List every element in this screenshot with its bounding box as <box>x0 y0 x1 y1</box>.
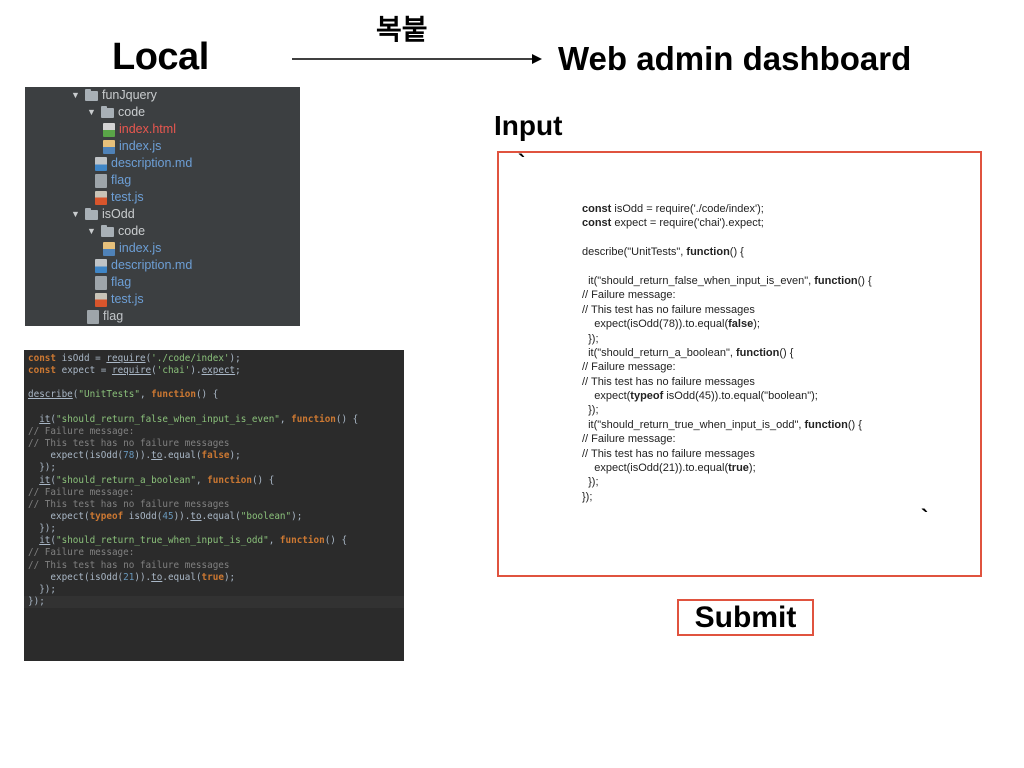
markdown-file-icon <box>95 258 107 273</box>
input-code-line: expect(isOdd(78)).to.equal(false); <box>582 318 760 331</box>
chevron-down-icon[interactable]: ▼ <box>87 223 101 240</box>
input-code-line: expect(typeof isOdd(45)).to.equal("boole… <box>582 390 818 403</box>
folder-icon <box>101 105 114 118</box>
js-file-icon <box>103 241 115 256</box>
input-code-line: const expect = require('chai').expect; <box>582 217 764 230</box>
input-code-line <box>582 260 872 274</box>
input-code-line: }); <box>582 404 599 417</box>
code-line: }); <box>28 523 56 535</box>
input-code-line: // This test has no failure messages <box>582 447 755 460</box>
flag-file-icon <box>95 173 107 188</box>
tree-item-label: flag <box>111 275 132 289</box>
test-file-icon <box>95 190 107 205</box>
tree-item-label: flag <box>103 309 124 323</box>
input-code-line: it("should_return_false_when_input_is_ev… <box>582 274 872 287</box>
tree-item[interactable]: description.md <box>95 155 192 172</box>
code-line: // Failure message: <box>28 425 135 437</box>
tree-item[interactable]: ▼ isOdd <box>71 206 135 223</box>
markdown-file-icon <box>95 156 107 171</box>
input-code-line: }); <box>582 476 599 489</box>
tree-item[interactable]: flag <box>95 274 131 291</box>
test-file-icon <box>95 292 107 307</box>
input-code-line: // This test has no failure messages <box>582 375 755 388</box>
tree-item[interactable]: index.html <box>103 121 176 138</box>
tree-item[interactable]: flag <box>87 308 123 325</box>
code-line: // This test has no failure messages <box>28 498 230 510</box>
folder-icon <box>85 88 98 101</box>
code-line: // This test has no failure messages <box>28 559 230 571</box>
tree-item-label: test.js <box>111 292 144 306</box>
tree-item-label: flag <box>111 173 132 187</box>
input-code-line: const isOdd = require('./code/index'); <box>582 203 764 215</box>
input-code-line: }); <box>582 332 599 345</box>
local-file-tree: ▼ funJquery ▼ code index.html index.js descrip… <box>25 87 300 326</box>
tree-item[interactable]: index.js <box>103 240 161 257</box>
tree-item-label: index.html <box>119 122 176 136</box>
input-code-line: }); <box>582 490 593 503</box>
code-line: expect(isOdd(78)).to.equal(false); <box>28 450 241 462</box>
code-line: const isOdd = require('./code/index'); <box>28 353 241 364</box>
code-line: }); <box>28 583 56 595</box>
code-line: }); <box>28 462 56 474</box>
tree-item[interactable]: test.js <box>95 189 144 206</box>
code-line: it("should_return_a_boolean", function()… <box>39 474 275 486</box>
js-file-icon <box>103 139 115 154</box>
pasted-code: const isOdd = require('./code/index'); co… <box>582 202 872 504</box>
code-line: expect(typeof isOdd(45)).to.equal("boole… <box>28 510 303 522</box>
submit-button[interactable]: Submit <box>677 599 814 636</box>
tree-item[interactable]: description.md <box>95 257 192 274</box>
input-code-line: // Failure message: <box>582 433 676 446</box>
tree-item[interactable]: ▼ code <box>87 223 145 240</box>
tree-item-label: code <box>118 105 146 119</box>
backtick-open: ` <box>518 150 526 175</box>
web-admin-title: Web admin dashboard <box>558 40 912 77</box>
input-code-line: // Failure message: <box>582 289 676 302</box>
code-line: const expect = require('chai').expect; <box>28 365 241 377</box>
tree-item-label: code <box>118 224 146 238</box>
input-code-line <box>582 231 872 245</box>
code-line: }); <box>24 596 404 608</box>
html-file-icon <box>103 122 115 137</box>
chevron-down-icon[interactable]: ▼ <box>71 206 85 223</box>
tree-item-label: index.js <box>119 241 162 255</box>
copy-paste-label: 복붙 <box>376 13 428 46</box>
code-line: // Failure message: <box>28 486 135 498</box>
tree-item[interactable]: index.js <box>103 138 161 155</box>
tree-item-label: funJquery <box>102 88 157 102</box>
tree-item-label: index.js <box>119 139 162 153</box>
tree-item[interactable]: ▼ code <box>87 104 145 121</box>
tree-item[interactable]: ▼ funJquery <box>71 87 157 104</box>
input-code-line: // Failure message: <box>582 361 676 374</box>
code-line: // Failure message: <box>28 547 135 559</box>
flag-file-icon <box>87 309 99 324</box>
backtick-close: ` <box>921 505 929 530</box>
tree-item[interactable]: test.js <box>95 291 144 308</box>
tree-item-label: description.md <box>111 258 193 272</box>
chevron-down-icon[interactable]: ▼ <box>87 104 101 121</box>
local-code-editor: const isOdd = require('./code/index'); co… <box>24 350 404 661</box>
code-line: // This test has no failure messages <box>28 438 230 450</box>
local-title: Local <box>112 36 209 78</box>
input-label: Input <box>494 110 563 141</box>
code-line: expect(isOdd(21)).to.equal(true); <box>28 571 236 583</box>
right-arrow-icon <box>292 54 542 64</box>
folder-icon <box>101 224 114 237</box>
input-code-line: expect(isOdd(21)).to.equal(true); <box>582 462 756 475</box>
tree-item-label: isOdd <box>102 207 135 221</box>
input-code-line: // This test has no failure messages <box>582 303 755 316</box>
code-line: it("should_return_false_when_input_is_ev… <box>39 413 359 425</box>
tree-item-label: description.md <box>111 156 193 170</box>
input-code-line: it("should_return_true_when_input_is_odd… <box>582 418 862 431</box>
tree-item[interactable]: flag <box>95 172 131 189</box>
tree-item-label: test.js <box>111 190 144 204</box>
chevron-down-icon[interactable]: ▼ <box>71 87 85 104</box>
input-code-line: it("should_return_a_boolean", function()… <box>582 346 794 359</box>
flag-file-icon <box>95 275 107 290</box>
input-code-line: describe("UnitTests", function() { <box>582 246 744 259</box>
code-line: describe("UnitTests", function() { <box>28 389 219 401</box>
code-line: it("should_return_true_when_input_is_odd… <box>39 535 348 547</box>
folder-icon <box>85 207 98 220</box>
